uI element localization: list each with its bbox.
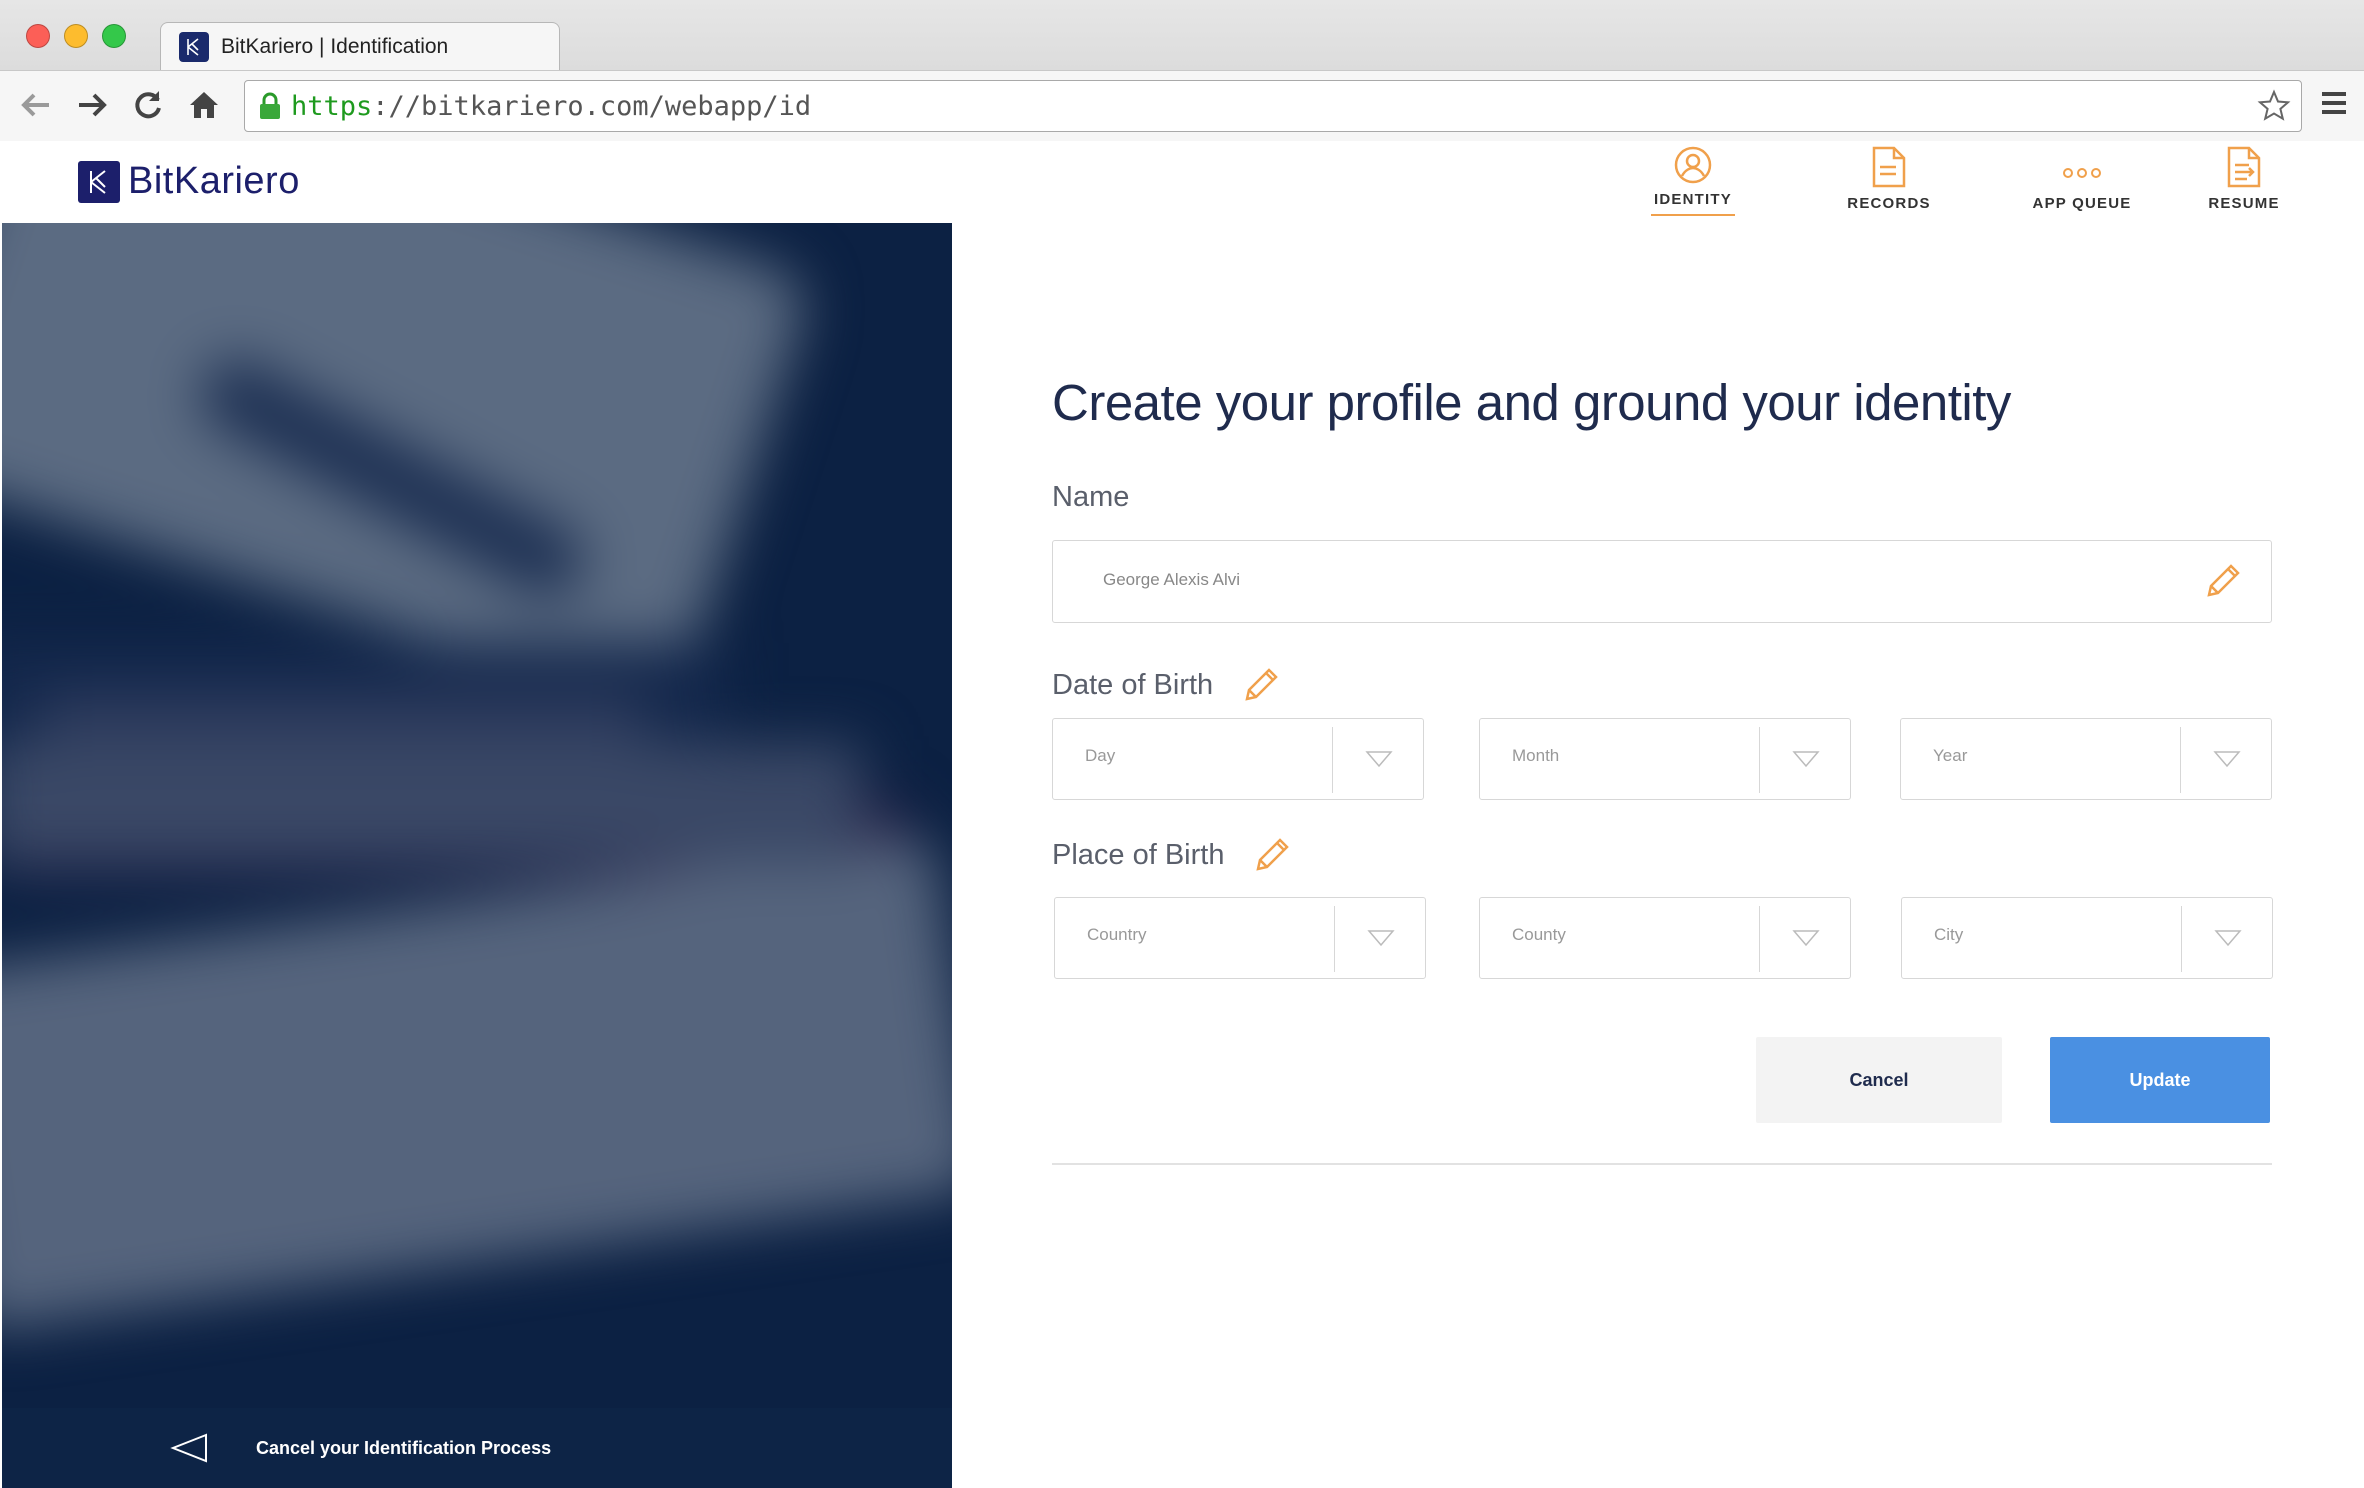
ellipsis-icon — [2063, 168, 2101, 178]
select-placeholder: Country — [1087, 925, 1147, 944]
app-header: BitKariero IDENTITY RECORDS APP QUEUE RE… — [0, 141, 2364, 223]
nav-app-queue[interactable]: APP QUEUE — [2027, 145, 2137, 212]
user-circle-icon — [1674, 146, 1712, 184]
edit-pencil-icon[interactable] — [2201, 559, 2245, 603]
edit-pencil-icon[interactable] — [1239, 663, 1283, 707]
hero-image-panel: Cancel your Identification Process — [2, 223, 952, 1488]
pob-label-text: Place of Birth — [1052, 838, 1225, 871]
back-arrow-icon — [21, 93, 49, 117]
county-select[interactable]: County — [1479, 897, 1851, 979]
chevron-down-icon — [1367, 930, 1395, 947]
select-placeholder: Year — [1933, 746, 1968, 765]
dob-label-text: Date of Birth — [1052, 668, 1214, 701]
chevron-down-icon — [1792, 930, 1820, 947]
cancel-process-link[interactable]: Cancel your Identification Process — [256, 1438, 551, 1459]
close-window-button[interactable] — [26, 24, 50, 48]
name-label-text: Name — [1052, 481, 1130, 513]
nav-label: RECORDS — [1847, 195, 1931, 212]
select-divider — [1334, 906, 1335, 972]
edit-pencil-icon[interactable] — [1250, 833, 1294, 877]
select-placeholder: County — [1512, 925, 1566, 944]
nav-label: APP QUEUE — [2032, 195, 2132, 212]
url-text: https://bitkariero.com/webapp/id — [291, 90, 812, 122]
divider — [1052, 1163, 2272, 1165]
day-select[interactable]: Day — [1052, 718, 1424, 800]
select-placeholder: Day — [1085, 746, 1116, 765]
reload-icon — [135, 91, 161, 119]
logo-icon — [78, 160, 120, 203]
update-button[interactable]: Update — [2050, 1037, 2270, 1123]
forward-button[interactable] — [72, 85, 112, 125]
chevron-down-icon — [1365, 751, 1393, 768]
forward-arrow-icon — [79, 93, 107, 117]
chevron-down-icon — [2213, 751, 2241, 768]
select-divider — [1759, 906, 1760, 972]
nav-records[interactable]: RECORDS — [1834, 145, 1944, 212]
back-triangle-icon — [170, 1433, 207, 1463]
chevron-down-icon — [1792, 751, 1820, 768]
blurred-background-image — [2, 223, 952, 1488]
reload-button[interactable] — [128, 85, 168, 125]
logo[interactable]: BitKariero — [78, 160, 300, 203]
date-of-birth-label: Date of Birth — [1052, 663, 1283, 707]
name-label: Name — [1052, 481, 1129, 514]
tab-title: BitKariero | Identification — [221, 34, 449, 58]
lock-icon — [260, 92, 280, 119]
bookmark-star-icon[interactable] — [2257, 89, 2291, 123]
place-of-birth-label: Place of Birth — [1052, 833, 1294, 877]
address-bar[interactable]: https://bitkariero.com/webapp/id — [244, 80, 2302, 132]
city-select[interactable]: City — [1901, 897, 2273, 979]
name-field[interactable]: George Alexis Alvi — [1052, 540, 2272, 623]
back-button[interactable] — [16, 85, 56, 125]
favicon-icon — [179, 31, 209, 62]
browser-chrome: BitKariero | Identification https://bitk… — [0, 0, 2364, 141]
browser-toolbar: https://bitkariero.com/webapp/id — [0, 70, 2364, 141]
browser-menu-icon[interactable] — [2320, 89, 2348, 117]
year-select[interactable]: Year — [1900, 718, 2272, 800]
select-divider — [2181, 906, 2182, 972]
nav-label: RESUME — [2208, 195, 2280, 212]
chevron-down-icon — [2214, 930, 2242, 947]
name-value: George Alexis Alvi — [1103, 570, 1241, 589]
nav-identity[interactable]: IDENTITY — [1638, 145, 1748, 216]
nav-label: IDENTITY — [1654, 191, 1732, 208]
select-divider — [1332, 727, 1333, 793]
select-placeholder: Month — [1512, 746, 1560, 765]
window-controls — [26, 24, 126, 48]
select-divider — [2180, 727, 2181, 793]
document-icon — [1872, 146, 1906, 188]
cancel-process-bar[interactable]: Cancel your Identification Process — [2, 1408, 952, 1488]
browser-tab[interactable]: BitKariero | Identification — [160, 22, 560, 70]
nav-resume[interactable]: RESUME — [2189, 145, 2299, 212]
page-title: Create your profile and ground your iden… — [1052, 374, 2011, 431]
country-select[interactable]: Country — [1054, 897, 1426, 979]
select-divider — [1759, 727, 1760, 793]
cancel-button[interactable]: Cancel — [1756, 1037, 2002, 1123]
month-select[interactable]: Month — [1479, 718, 1851, 800]
select-placeholder: City — [1934, 925, 1964, 944]
home-icon — [190, 92, 218, 118]
home-button[interactable] — [184, 85, 224, 125]
minimize-window-button[interactable] — [64, 24, 88, 48]
resume-export-icon — [2227, 146, 2261, 188]
maximize-window-button[interactable] — [102, 24, 126, 48]
active-tab-indicator — [1651, 214, 1735, 216]
logo-text: BitKariero — [128, 160, 300, 202]
